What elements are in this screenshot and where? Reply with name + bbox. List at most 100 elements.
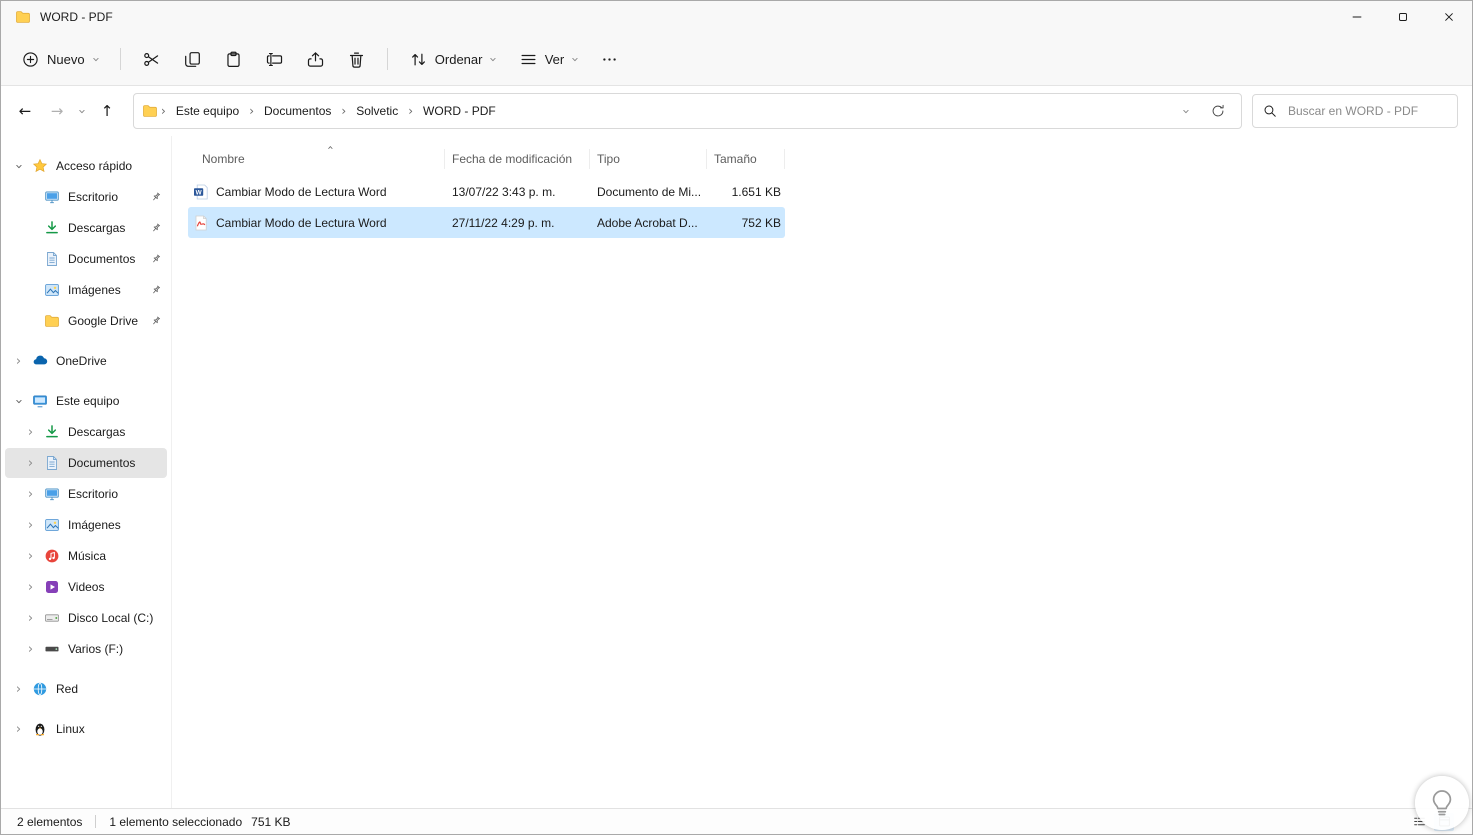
file-type: Documento de Mi... xyxy=(597,184,702,199)
sidebar-item-musica[interactable]: › Música xyxy=(5,541,167,571)
pin-icon xyxy=(150,253,162,265)
column-header-date[interactable]: Fecha de modificación xyxy=(445,148,590,169)
svg-text:W: W xyxy=(196,189,203,196)
address-dropdown-button[interactable]: › xyxy=(1171,97,1201,125)
toolbar-divider xyxy=(386,48,388,70)
sidebar-item-label: Acceso rápido xyxy=(56,159,133,173)
folder-icon xyxy=(15,9,31,25)
forward-button[interactable]: → xyxy=(41,95,73,127)
copy-button[interactable] xyxy=(173,41,212,77)
view-icon xyxy=(520,51,537,68)
breadcrumb-item-este-equipo[interactable]: Este equipo xyxy=(169,100,246,122)
chevron-down-icon: › xyxy=(74,108,90,114)
sidebar-item-label: Videos xyxy=(68,580,105,594)
sidebar-item-varios-f[interactable]: › Varios (F:) xyxy=(5,634,167,664)
sidebar-item-acceso-rapido[interactable]: › Acceso rápido xyxy=(5,151,167,181)
breadcrumb-item-documentos[interactable]: Documentos xyxy=(257,100,338,122)
sidebar-item-onedrive[interactable]: › OneDrive xyxy=(5,346,167,376)
title-bar: WORD - PDF xyxy=(1,1,1472,33)
clipboard-icon xyxy=(225,51,242,68)
sort-icon xyxy=(410,51,427,68)
sidebar-item-label: OneDrive xyxy=(56,354,107,368)
sidebar-item-documentos-pinned[interactable]: Documentos xyxy=(5,244,167,274)
file-row-pdf-selected[interactable]: Cambiar Modo de Lectura Word 27/11/22 4:… xyxy=(188,207,785,238)
breadcrumb-item-solvetic[interactable]: Solvetic xyxy=(349,100,405,122)
documents-icon xyxy=(42,455,61,471)
toolbar-divider xyxy=(119,48,121,70)
recent-locations-button[interactable]: › xyxy=(73,95,91,127)
chevron-right-icon: › xyxy=(15,721,22,737)
column-header-type[interactable]: Tipo xyxy=(590,148,707,169)
desktop-icon xyxy=(42,486,61,502)
sidebar-item-este-equipo-descargas[interactable]: › Descargas xyxy=(5,417,167,447)
folder-icon xyxy=(42,313,61,329)
file-list-area: › Nombre Fecha de modificación Tipo Tama… xyxy=(172,136,1472,808)
chevron-right-icon: › xyxy=(27,517,34,533)
close-button[interactable] xyxy=(1426,1,1472,33)
sidebar-item-videos[interactable]: › Videos xyxy=(5,572,167,602)
sidebar-item-este-equipo-documentos[interactable]: › Documentos xyxy=(5,448,167,478)
view-button[interactable]: Ver › xyxy=(509,41,589,77)
window-controls xyxy=(1334,1,1472,33)
window-title: WORD - PDF xyxy=(40,10,113,24)
share-button[interactable] xyxy=(296,41,335,77)
sidebar-item-label: Escritorio xyxy=(68,190,119,204)
sidebar-item-label: Documentos xyxy=(68,252,136,266)
sidebar-item-label: Varios (F:) xyxy=(68,642,124,656)
selection-size: 751 KB xyxy=(251,814,291,829)
pdf-file-icon xyxy=(193,215,209,231)
sort-button[interactable]: Ordenar › xyxy=(399,41,507,77)
sidebar-item-imagenes-pinned[interactable]: Imágenes xyxy=(5,275,167,305)
more-options-button[interactable] xyxy=(590,41,629,77)
sidebar-item-label: Imágenes xyxy=(68,518,121,532)
local-disk-icon xyxy=(42,610,61,626)
explorer-body: › Acceso rápido Escritorio Descargas Doc… xyxy=(1,136,1472,808)
navigation-bar: ← → › ↑ › Este equipo › Documentos › Sol… xyxy=(1,86,1472,136)
ellipsis-icon xyxy=(601,51,618,68)
search-box[interactable] xyxy=(1252,94,1458,128)
sidebar-item-este-equipo[interactable]: › Este equipo xyxy=(5,386,167,416)
breadcrumb-item-word-pdf[interactable]: WORD - PDF xyxy=(416,100,503,122)
network-icon xyxy=(30,681,49,697)
sidebar-item-google-drive[interactable]: Google Drive xyxy=(5,306,167,336)
cut-button[interactable] xyxy=(132,41,171,77)
refresh-button[interactable] xyxy=(1203,97,1233,125)
pictures-icon xyxy=(42,517,61,533)
sidebar-item-label: Este equipo xyxy=(56,394,120,408)
paste-button[interactable] xyxy=(214,41,253,77)
sidebar-item-descargas-pinned[interactable]: Descargas xyxy=(5,213,167,243)
sidebar-item-este-equipo-escritorio[interactable]: › Escritorio xyxy=(5,479,167,509)
chevron-right-icon: › xyxy=(27,486,34,502)
minimize-button[interactable] xyxy=(1334,1,1380,33)
sidebar-item-label: Escritorio xyxy=(68,487,119,501)
rename-button[interactable] xyxy=(255,41,294,77)
chevron-down-icon: › xyxy=(485,56,501,62)
documents-icon xyxy=(42,251,61,267)
chevron-right-icon: › xyxy=(27,610,34,626)
column-header-name[interactable]: Nombre xyxy=(188,148,445,169)
back-button[interactable]: ← xyxy=(9,95,41,127)
file-date: 27/11/22 4:29 p. m. xyxy=(452,215,555,230)
onedrive-cloud-icon xyxy=(30,353,49,369)
column-header-size[interactable]: Tamaño xyxy=(707,148,785,169)
sidebar-item-escritorio-pinned[interactable]: Escritorio xyxy=(5,182,167,212)
file-type: Adobe Acrobat D... xyxy=(597,215,698,230)
scissors-icon xyxy=(143,51,160,68)
sidebar-item-este-equipo-imagenes[interactable]: › Imágenes xyxy=(5,510,167,540)
file-size: 752 KB xyxy=(741,215,781,230)
sidebar-item-linux[interactable]: › Linux xyxy=(5,714,167,744)
new-button[interactable]: Nuevo › xyxy=(11,41,109,77)
sidebar-item-label: Red xyxy=(56,682,79,696)
sidebar-item-disco-local-c[interactable]: › Disco Local (C:) xyxy=(5,603,167,633)
up-button[interactable]: ↑ xyxy=(91,95,123,127)
pin-icon xyxy=(150,284,162,296)
file-row-word[interactable]: W Cambiar Modo de Lectura Word 13/07/22 … xyxy=(188,176,785,207)
maximize-button[interactable] xyxy=(1380,1,1426,33)
downloads-icon xyxy=(42,424,61,440)
search-input[interactable] xyxy=(1286,103,1447,119)
linux-penguin-icon xyxy=(30,721,49,737)
sidebar-item-red[interactable]: › Red xyxy=(5,674,167,704)
address-bar[interactable]: › Este equipo › Documentos › Solvetic › … xyxy=(133,93,1242,129)
trash-icon xyxy=(348,51,365,68)
delete-button[interactable] xyxy=(337,41,376,77)
